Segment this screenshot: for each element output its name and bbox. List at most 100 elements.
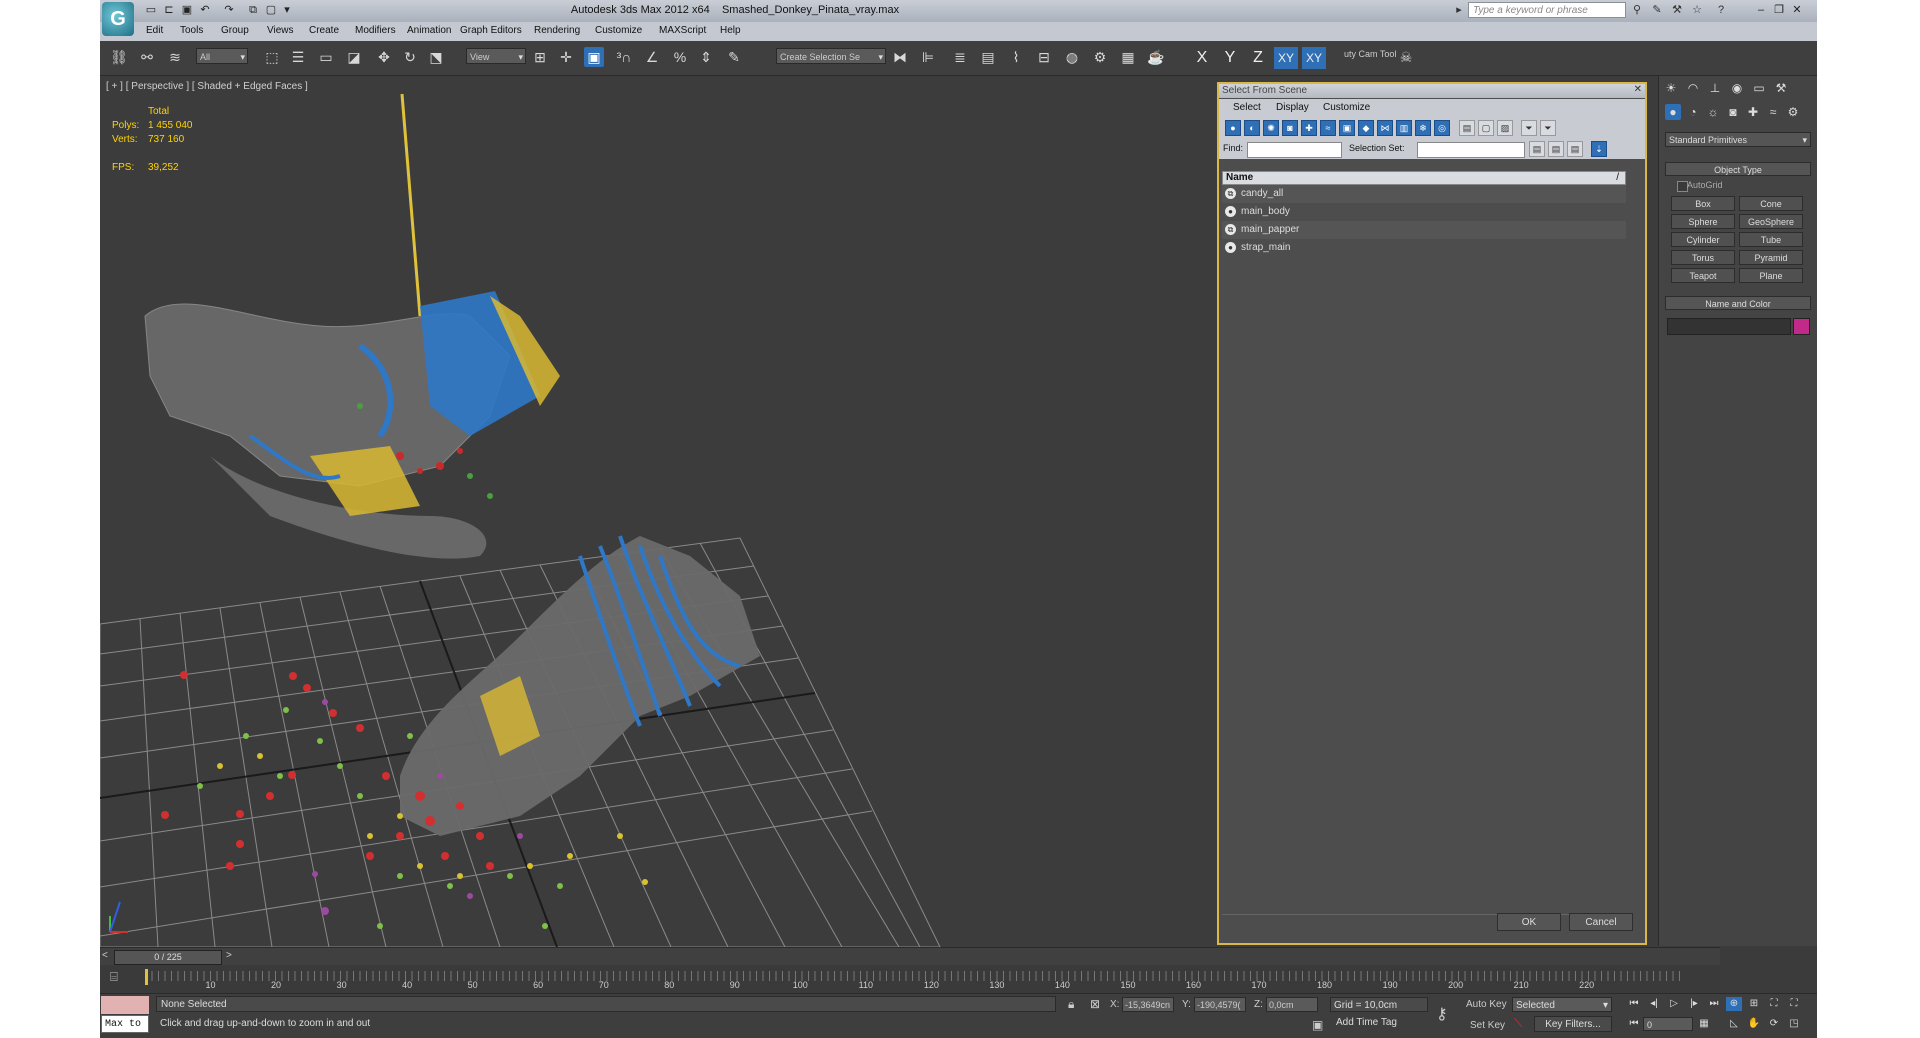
- primitive-category-dropdown[interactable]: Standard Primitives: [1665, 132, 1811, 148]
- help-search-input[interactable]: Type a keyword or phrase: [1468, 2, 1626, 18]
- list-item[interactable]: ● strap_main: [1222, 239, 1626, 257]
- select-manipulate-icon[interactable]: ✛: [556, 47, 576, 67]
- dialog-menu-select[interactable]: Select: [1233, 102, 1261, 113]
- mini-curve-editor-icon[interactable]: ⌸: [110, 969, 118, 985]
- key-icon[interactable]: ⚷: [1436, 1004, 1448, 1024]
- display-frozen-icon[interactable]: ❄: [1415, 120, 1431, 136]
- display-xrefs-icon[interactable]: ◆: [1358, 120, 1374, 136]
- select-by-name-icon[interactable]: ☰: [288, 47, 308, 67]
- render-setup-icon[interactable]: ⚙: [1090, 47, 1110, 67]
- menu-animation[interactable]: Animation: [407, 25, 451, 36]
- rectangular-selection-icon[interactable]: ▭: [316, 47, 336, 67]
- search-expand-icon[interactable]: ▸: [1452, 3, 1466, 17]
- display-helpers-icon[interactable]: ✚: [1301, 120, 1317, 136]
- restrict-x-button[interactable]: X: [1190, 47, 1214, 69]
- name-and-color-rollout[interactable]: Name and Color: [1665, 296, 1811, 310]
- filter-icon[interactable]: ⏷: [1521, 120, 1537, 136]
- utilities-tab-icon[interactable]: ⚒: [1773, 80, 1789, 96]
- motion-tab-icon[interactable]: ◉: [1729, 80, 1745, 96]
- object-name-input[interactable]: [1667, 318, 1791, 335]
- list-item[interactable]: ⧉ candy_all: [1222, 185, 1626, 203]
- geosphere-button[interactable]: GeoSphere: [1739, 214, 1803, 229]
- filter-options-icon[interactable]: ⏷: [1540, 120, 1556, 136]
- display-tab-icon[interactable]: ▭: [1751, 80, 1767, 96]
- menu-graph-editors[interactable]: Graph Editors: [460, 25, 522, 36]
- select-invert-icon[interactable]: ▨: [1497, 120, 1513, 136]
- skull-icon[interactable]: ☠: [1396, 47, 1416, 67]
- graphite-ribbon-icon[interactable]: ▤: [978, 47, 998, 67]
- find-input[interactable]: [1247, 142, 1342, 158]
- restore-icon[interactable]: ❐: [1772, 3, 1786, 17]
- layer-manager-icon[interactable]: ≣: [950, 47, 970, 67]
- menu-customize[interactable]: Customize: [595, 25, 642, 36]
- modify-tab-icon[interactable]: ◠: [1685, 80, 1701, 96]
- display-bones-icon[interactable]: ⋈: [1377, 120, 1393, 136]
- display-hidden-icon[interactable]: ◎: [1434, 120, 1450, 136]
- display-space-warps-icon[interactable]: ≈: [1320, 120, 1336, 136]
- sync-selection-icon[interactable]: ⇣: [1591, 141, 1607, 157]
- systems-category-icon[interactable]: ⚙: [1785, 104, 1801, 120]
- align-icon[interactable]: ⊫: [918, 47, 938, 67]
- viewport-label[interactable]: [ + ] [ Perspective ] [ Shaded + Edged F…: [106, 81, 308, 92]
- track-bar[interactable]: ⌸ 10 20 30 40 50 60 70 80 90 100 110 120 130 140 150 16…: [100, 965, 1720, 993]
- object-color-swatch[interactable]: [1793, 318, 1810, 335]
- geometry-category-icon[interactable]: ●: [1665, 104, 1681, 120]
- keyboard-shortcut-override-icon[interactable]: ▣: [584, 47, 604, 67]
- restrict-y-button[interactable]: Y: [1218, 47, 1242, 69]
- select-object-icon[interactable]: ⬚: [262, 47, 282, 67]
- curve-editor-icon[interactable]: ⌇: [1006, 47, 1026, 67]
- restrict-xy-button[interactable]: XY: [1274, 47, 1298, 69]
- time-slider-next-icon[interactable]: >: [226, 950, 232, 961]
- current-frame-marker[interactable]: [145, 969, 148, 985]
- display-lights-icon[interactable]: ✺: [1263, 120, 1279, 136]
- rotate-icon[interactable]: ↻: [400, 47, 420, 67]
- add-time-tag-button[interactable]: Add Time Tag: [1336, 1017, 1397, 1028]
- z-coordinate-field[interactable]: 0,0cm: [1266, 997, 1318, 1012]
- cameras-category-icon[interactable]: ◙: [1725, 104, 1741, 120]
- hierarchy-tab-icon[interactable]: ⊥: [1707, 80, 1723, 96]
- sphere-button[interactable]: Sphere: [1671, 214, 1735, 229]
- cone-button[interactable]: Cone: [1739, 196, 1803, 211]
- auto-key-button[interactable]: Auto Key: [1466, 999, 1507, 1010]
- menu-modifiers[interactable]: Modifiers: [355, 25, 396, 36]
- time-slider[interactable]: 0 / 225: [114, 950, 222, 965]
- scale-icon[interactable]: ⬔: [426, 47, 446, 67]
- cam-tool-label[interactable]: uty Cam Tool: [1344, 49, 1396, 59]
- restrict-plane-cycle-button[interactable]: XY: [1302, 47, 1326, 69]
- link-icon[interactable]: ⛓: [109, 47, 129, 67]
- dialog-close-icon[interactable]: ✕: [1634, 84, 1642, 95]
- zoom-icon[interactable]: ⊕: [1726, 997, 1742, 1011]
- time-configuration-icon[interactable]: ▦: [1696, 1017, 1712, 1031]
- menu-views[interactable]: Views: [267, 25, 294, 36]
- material-editor-icon[interactable]: ◍: [1062, 47, 1082, 67]
- maxscript-listener-output[interactable]: [101, 996, 149, 1014]
- shapes-category-icon[interactable]: ◔: [1685, 104, 1701, 120]
- pan-view-icon[interactable]: ✋: [1746, 1017, 1762, 1031]
- edit-named-selection-icon[interactable]: ✎: [724, 47, 744, 67]
- minimize-icon[interactable]: –: [1754, 3, 1768, 17]
- communication-center-icon[interactable]: ⚒: [1670, 3, 1684, 17]
- selection-set-icon-2[interactable]: ▤: [1548, 141, 1564, 157]
- select-all-icon[interactable]: ▤: [1459, 120, 1475, 136]
- list-item[interactable]: ⧉ main_papper: [1222, 221, 1626, 239]
- display-geometry-icon[interactable]: ●: [1225, 120, 1241, 136]
- selection-filter-dropdown[interactable]: All: [196, 48, 248, 65]
- dialog-menu-customize[interactable]: Customize: [1323, 102, 1370, 113]
- field-of-view-icon[interactable]: ◺: [1726, 1017, 1742, 1031]
- name-column-header[interactable]: Name /: [1222, 171, 1626, 185]
- time-tag-icon[interactable]: ▣: [1312, 1018, 1323, 1032]
- selection-set-dropdown[interactable]: [1417, 142, 1525, 158]
- selection-set-icon-3[interactable]: ▤: [1567, 141, 1583, 157]
- pivot-center-icon[interactable]: ⊞: [530, 47, 550, 67]
- app-logo-icon[interactable]: G: [102, 2, 134, 36]
- rendered-frame-window-icon[interactable]: ▦: [1118, 47, 1138, 67]
- close-icon[interactable]: ✕: [1790, 3, 1804, 17]
- sun-icon[interactable]: ☀: [1663, 80, 1679, 96]
- selection-set-icon-1[interactable]: ▤: [1529, 141, 1545, 157]
- display-shapes-icon[interactable]: ◐: [1244, 120, 1260, 136]
- set-key-icon[interactable]: ⟍: [1514, 1016, 1522, 1031]
- window-crossing-icon[interactable]: ◪: [344, 47, 364, 67]
- favorites-star-icon[interactable]: ☆: [1690, 3, 1704, 17]
- previous-frame-icon[interactable]: ◂|: [1646, 997, 1662, 1011]
- set-key-button[interactable]: Set Key: [1470, 1020, 1505, 1031]
